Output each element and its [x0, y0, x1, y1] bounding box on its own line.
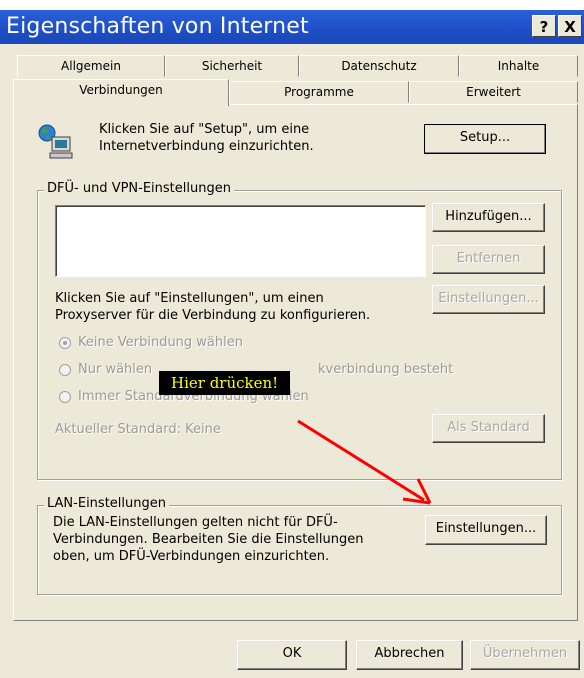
lan-text-line1: Die LAN-Einstellungen gelten nicht für D…: [53, 515, 338, 530]
tab-verbindungen[interactable]: Verbindungen: [13, 79, 229, 106]
ok-button[interactable]: OK: [237, 640, 347, 670]
lan-settings-button[interactable]: Einstellungen...: [425, 515, 547, 545]
lan-text-line3: oben, um DFÜ-Verbindungen einzurichten.: [53, 549, 330, 564]
lan-text-line2: Verbindungen. Bearbeiten Sie die Einstel…: [53, 532, 364, 547]
lan-legend: LAN-Einstellungen: [44, 496, 169, 511]
cancel-button[interactable]: Abbrechen: [356, 640, 463, 670]
apply-button[interactable]: Übernehmen: [470, 640, 580, 670]
